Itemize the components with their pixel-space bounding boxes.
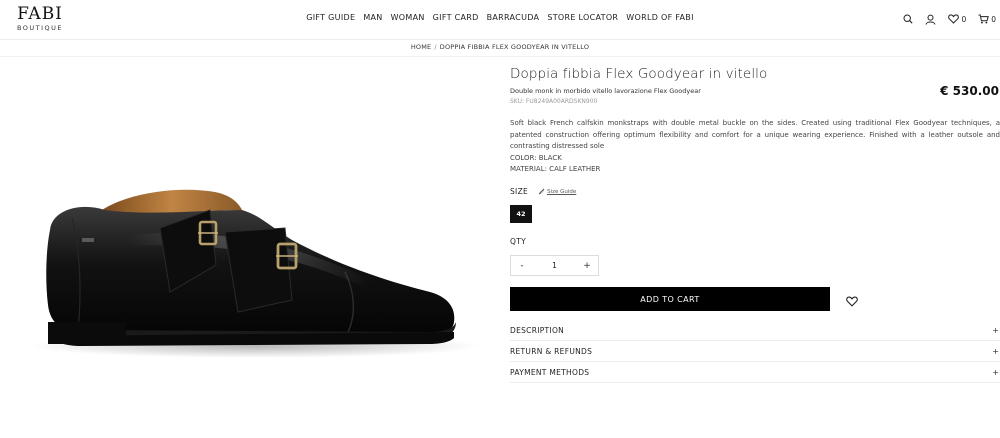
- account-button[interactable]: [925, 14, 936, 25]
- site-header: FABI BOUTIQUE GIFT GUIDE MAN WOMAN GIFT …: [0, 0, 1000, 40]
- qty-increase-button[interactable]: +: [576, 261, 598, 271]
- main-nav: GIFT GUIDE MAN WOMAN GIFT CARD BARRACUDA…: [0, 13, 1000, 22]
- expand-icon: +: [992, 325, 999, 335]
- expand-icon: +: [992, 367, 999, 377]
- nav-item-gift-card[interactable]: GIFT CARD: [433, 13, 479, 22]
- search-icon: [903, 14, 914, 24]
- wishlist-count: 0: [961, 14, 967, 24]
- product-sku: SKU: FU8249A00ARDSKN900: [510, 98, 598, 105]
- heart-icon: [948, 14, 960, 24]
- add-to-wishlist-button[interactable]: [846, 292, 858, 307]
- cart-icon: [978, 14, 990, 24]
- accordion-label: PAYMENT METHODS: [510, 367, 590, 377]
- accordion-label: RETURN & REFUNDS: [510, 346, 593, 356]
- cart-button[interactable]: 0: [978, 14, 996, 24]
- qty-decrease-button[interactable]: -: [511, 261, 533, 271]
- nav-item-barracuda[interactable]: BARRACUDA: [487, 13, 540, 22]
- accordion-payment[interactable]: PAYMENT METHODS +: [510, 362, 1000, 383]
- size-option-42[interactable]: 42: [510, 205, 532, 223]
- product-description: Soft black French calfskin monkstraps wi…: [510, 119, 1000, 150]
- quantity-stepper: - 1 +: [510, 255, 599, 276]
- product-material: MATERIAL: CALF LEATHER: [510, 164, 601, 173]
- product-accordion: DESCRIPTION + RETURN & REFUNDS + PAYMENT…: [510, 320, 1000, 383]
- cart-count: 0: [991, 14, 996, 24]
- logo-subtitle: BOUTIQUE: [16, 24, 64, 32]
- heart-icon: [846, 296, 858, 307]
- product-title: Doppia fibbia Flex Goodyear in vitello: [510, 66, 768, 82]
- size-guide-link[interactable]: Size Guide: [538, 188, 576, 195]
- size-row: SIZE Size Guide: [510, 187, 576, 196]
- header-icons: 0 0: [891, 11, 996, 27]
- product-subtitle: Double monk in morbido vitello lavorazio…: [510, 87, 701, 95]
- expand-icon: +: [992, 346, 999, 356]
- product-color: COLOR: BLACK: [510, 153, 562, 162]
- breadcrumb-current: DOPPIA FIBBIA FLEX GOODYEAR IN VITELLO: [439, 43, 590, 51]
- nav-item-world-of-fabi[interactable]: WORLD OF FABI: [626, 13, 693, 22]
- accordion-description[interactable]: DESCRIPTION +: [510, 320, 1000, 341]
- product-info: Doppia fibbia Flex Goodyear in vitello €…: [510, 66, 1000, 383]
- shoe-image: [30, 189, 480, 358]
- breadcrumb-divider: [0, 56, 1000, 57]
- accordion-label: DESCRIPTION: [510, 325, 565, 335]
- qty-value[interactable]: 1: [533, 261, 576, 270]
- size-guide-label: Size Guide: [547, 188, 577, 195]
- nav-item-gift-guide[interactable]: GIFT GUIDE: [306, 13, 355, 22]
- product-image: [10, 60, 500, 430]
- user-icon: [925, 14, 936, 25]
- accordion-returns[interactable]: RETURN & REFUNDS +: [510, 341, 1000, 362]
- wishlist-button[interactable]: 0: [948, 14, 966, 24]
- ruler-icon: [538, 188, 545, 195]
- size-label: SIZE: [510, 187, 529, 196]
- breadcrumb-home[interactable]: HOME: [411, 43, 432, 51]
- nav-item-man[interactable]: MAN: [363, 13, 382, 22]
- nav-item-store-locator[interactable]: STORE LOCATOR: [547, 13, 618, 22]
- breadcrumb: HOME / DOPPIA FIBBIA FLEX GOODYEAR IN VITE…: [0, 43, 1000, 51]
- add-to-cart-button[interactable]: ADD TO CART: [510, 287, 830, 311]
- search-button[interactable]: [903, 14, 914, 24]
- breadcrumb-separator: /: [434, 43, 437, 51]
- qty-label: QTY: [510, 237, 526, 246]
- nav-item-woman[interactable]: WOMAN: [391, 13, 425, 22]
- product-price: € 530.00: [940, 84, 999, 98]
